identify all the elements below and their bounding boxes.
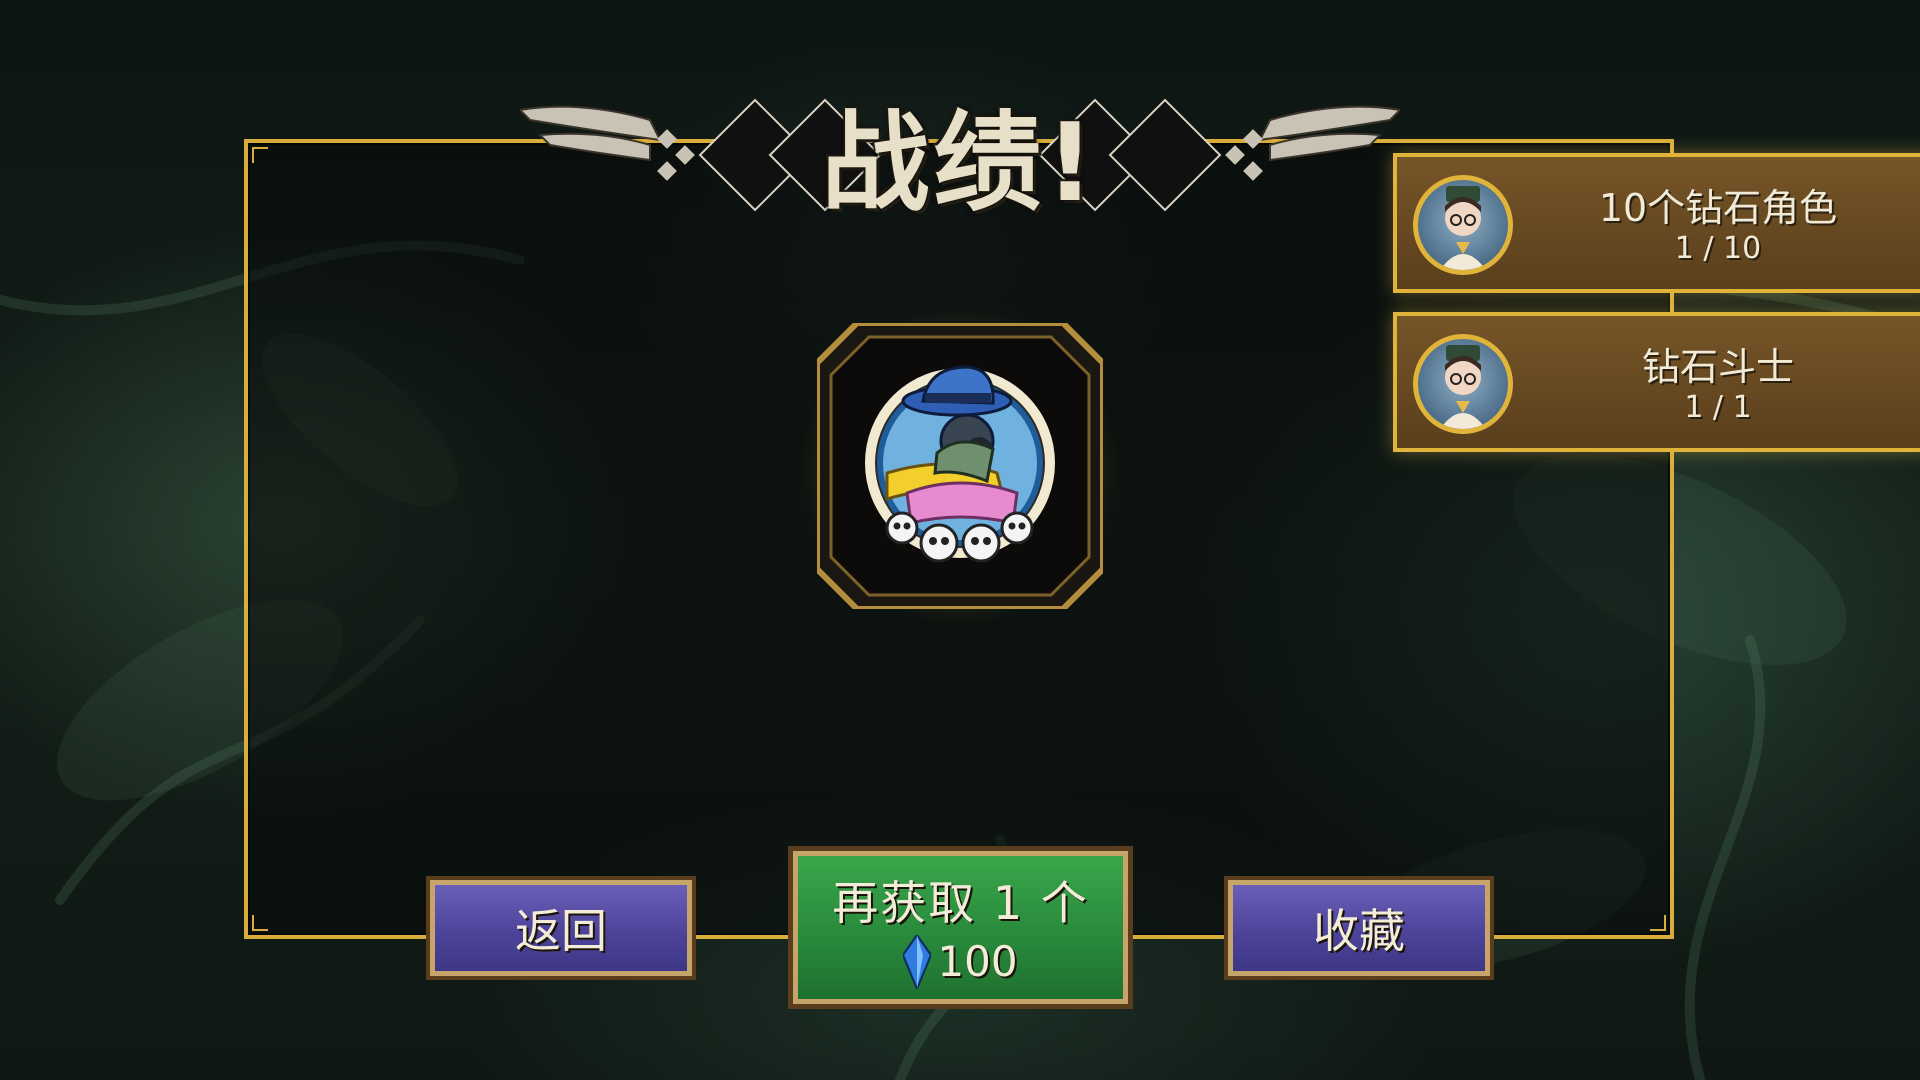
- blue-crystal-icon: [903, 934, 932, 989]
- character-portrait-icon: [1413, 175, 1513, 275]
- character-portrait-icon: [1413, 334, 1513, 434]
- frame-corner: [1650, 915, 1666, 931]
- achievement-title: 10个钻石角色: [1598, 186, 1838, 230]
- get-more-button[interactable]: 再获取 1 个 100: [788, 846, 1133, 1009]
- page-title: 战绩!: [821, 101, 1099, 226]
- achievement-card: 钻石斗士 1 / 1: [1393, 312, 1920, 452]
- back-button-label: 返回: [515, 904, 607, 958]
- achievement-card: 10个钻石角色 1 / 10: [1393, 153, 1920, 293]
- collection-button[interactable]: 收藏: [1224, 876, 1494, 980]
- frame-corner: [252, 915, 268, 931]
- achievement-progress: 1 / 1: [1684, 390, 1752, 425]
- get-more-cost: 100: [903, 934, 1018, 989]
- back-button[interactable]: 返回: [426, 876, 696, 980]
- frame-corner: [252, 147, 268, 163]
- achievement-progress: 1 / 10: [1674, 231, 1762, 266]
- get-more-label: 再获取 1 个: [832, 875, 1089, 930]
- collection-button-label: 收藏: [1313, 904, 1405, 958]
- cost-value: 100: [937, 937, 1018, 986]
- achievement-title: 钻石斗士: [1641, 345, 1794, 389]
- title-banner: 战绩!: [520, 60, 1400, 230]
- reward-badge: [787, 293, 1133, 639]
- gasmask-character-badge-icon: [817, 323, 1103, 609]
